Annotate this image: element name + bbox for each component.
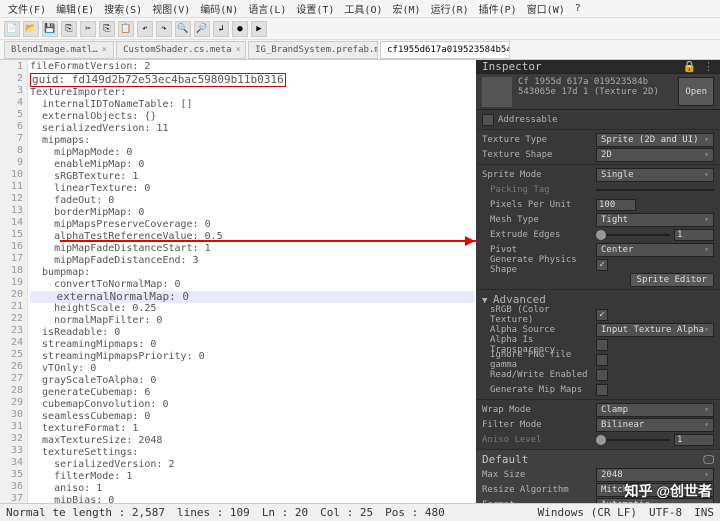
annotation-arrow <box>60 240 478 242</box>
menu-item[interactable]: 运行(R) <box>427 0 473 17</box>
menu-item[interactable]: 窗口(W) <box>523 0 569 17</box>
editor-tab[interactable]: BlendImage.matl…× <box>4 41 114 59</box>
lock-icon[interactable]: 🔒 ⋮ <box>683 60 714 73</box>
record-icon[interactable]: ● <box>232 21 248 37</box>
sprite-editor-btn[interactable]: Sprite Editor <box>630 273 714 287</box>
save-icon[interactable]: 💾 <box>42 21 58 37</box>
tab-bar: BlendImage.matl…×CustomShader.cs.meta×IG… <box>0 40 720 60</box>
code-content[interactable]: fileFormatVersion: 2 guid: fd149d2b72e53… <box>28 60 476 503</box>
play-icon[interactable]: ▶ <box>251 21 267 37</box>
menu-item[interactable]: 文件(F) <box>4 0 50 17</box>
editor-tab[interactable]: IG_BrandSystem.prefab.meta× <box>248 41 378 59</box>
menu-item[interactable]: 设置(T) <box>292 0 338 17</box>
mesh-type-dd[interactable]: Tight <box>596 213 714 227</box>
copy-icon[interactable]: ⎘ <box>99 21 115 37</box>
new-icon[interactable]: 📄 <box>4 21 20 37</box>
menu-bar: 文件(F)编辑(E)搜索(S)视图(V)编码(N)语言(L)设置(T)工具(O)… <box>0 0 720 18</box>
cut-icon[interactable]: ✂ <box>80 21 96 37</box>
redo-icon[interactable]: ↷ <box>156 21 172 37</box>
gen-physics-chk[interactable] <box>596 259 608 271</box>
addressable-chk[interactable] <box>482 114 494 126</box>
texture-type-dd[interactable]: Sprite (2D and UI) <box>596 133 714 147</box>
inspector-title: Inspector <box>482 60 542 73</box>
menu-item[interactable]: 插件(P) <box>475 0 521 17</box>
menu-item[interactable]: 视图(V) <box>148 0 194 17</box>
platform-icon[interactable]: 🖵 <box>703 453 714 467</box>
alpha-src-dd[interactable]: Input Texture Alpha <box>596 323 714 337</box>
rw-chk[interactable] <box>596 369 608 381</box>
zoom-icon[interactable]: 🔎 <box>194 21 210 37</box>
extrude-slider[interactable] <box>596 234 670 236</box>
saveall-icon[interactable]: ⎘ <box>61 21 77 37</box>
aniso-slider[interactable] <box>596 439 670 441</box>
object-title: Cf 1955d 617a 019523584b 543065e 17d 1 (… <box>518 77 672 106</box>
close-icon[interactable]: × <box>236 45 241 55</box>
wrap-dd[interactable]: Clamp <box>596 403 714 417</box>
menu-item[interactable]: 编码(N) <box>196 0 242 17</box>
toolbar: 📄 📂 💾 ⎘ ✂ ⎘ 📋 ↶ ↷ 🔍 🔎 ↲ ● ▶ <box>0 18 720 40</box>
menu-item[interactable]: 宏(M) <box>389 0 425 17</box>
menu-item[interactable]: 工具(O) <box>340 0 386 17</box>
search-icon[interactable]: 🔍 <box>175 21 191 37</box>
mip-chk[interactable] <box>596 384 608 396</box>
menu-item[interactable]: ? <box>571 2 585 15</box>
sprite-mode-dd[interactable]: Single <box>596 168 714 182</box>
filter-dd[interactable]: Bilinear <box>596 418 714 432</box>
texture-shape-dd[interactable]: 2D <box>596 148 714 162</box>
menu-item[interactable]: 编辑(E) <box>52 0 98 17</box>
code-editor[interactable]: 1234567891011121314151617181920212223242… <box>0 60 476 503</box>
ppu-field[interactable]: 100 <box>596 199 636 211</box>
alpha-tr-chk[interactable] <box>596 339 608 351</box>
srgb-chk[interactable] <box>596 309 608 321</box>
watermark: 知乎 @创世者 <box>624 481 712 501</box>
addressable-lbl: Addressable <box>498 115 608 125</box>
ignore-png-chk[interactable] <box>596 354 608 366</box>
line-gutter: 1234567891011121314151617181920212223242… <box>0 60 28 503</box>
editor-tab[interactable]: cf1955d617a019523584b543065e17d1.jpeg.me… <box>380 41 510 59</box>
editor-tab[interactable]: CustomShader.cs.meta× <box>116 41 246 59</box>
paste-icon[interactable]: 📋 <box>118 21 134 37</box>
packing-tag[interactable] <box>596 189 714 191</box>
pivot-dd[interactable]: Center <box>596 243 714 257</box>
object-header: Cf 1955d 617a 019523584b 543065e 17d 1 (… <box>476 74 720 110</box>
status-bar: Normal te length : 2,587 lines : 109 Ln … <box>0 503 720 521</box>
close-icon[interactable]: × <box>102 45 107 55</box>
open-icon[interactable]: 📂 <box>23 21 39 37</box>
inspector-panel: Inspector 🔒 ⋮ Cf 1955d 617a 019523584b 5… <box>476 60 720 503</box>
menu-item[interactable]: 语言(L) <box>244 0 290 17</box>
wrap-icon[interactable]: ↲ <box>213 21 229 37</box>
maxsize-dd[interactable]: 2048 <box>596 468 714 482</box>
inspector-header: Inspector 🔒 ⋮ <box>476 60 720 74</box>
open-button[interactable]: Open <box>678 77 714 106</box>
undo-icon[interactable]: ↶ <box>137 21 153 37</box>
thumbnail-icon <box>482 77 512 107</box>
default-tab[interactable]: Default <box>482 453 528 466</box>
menu-item[interactable]: 搜索(S) <box>100 0 146 17</box>
